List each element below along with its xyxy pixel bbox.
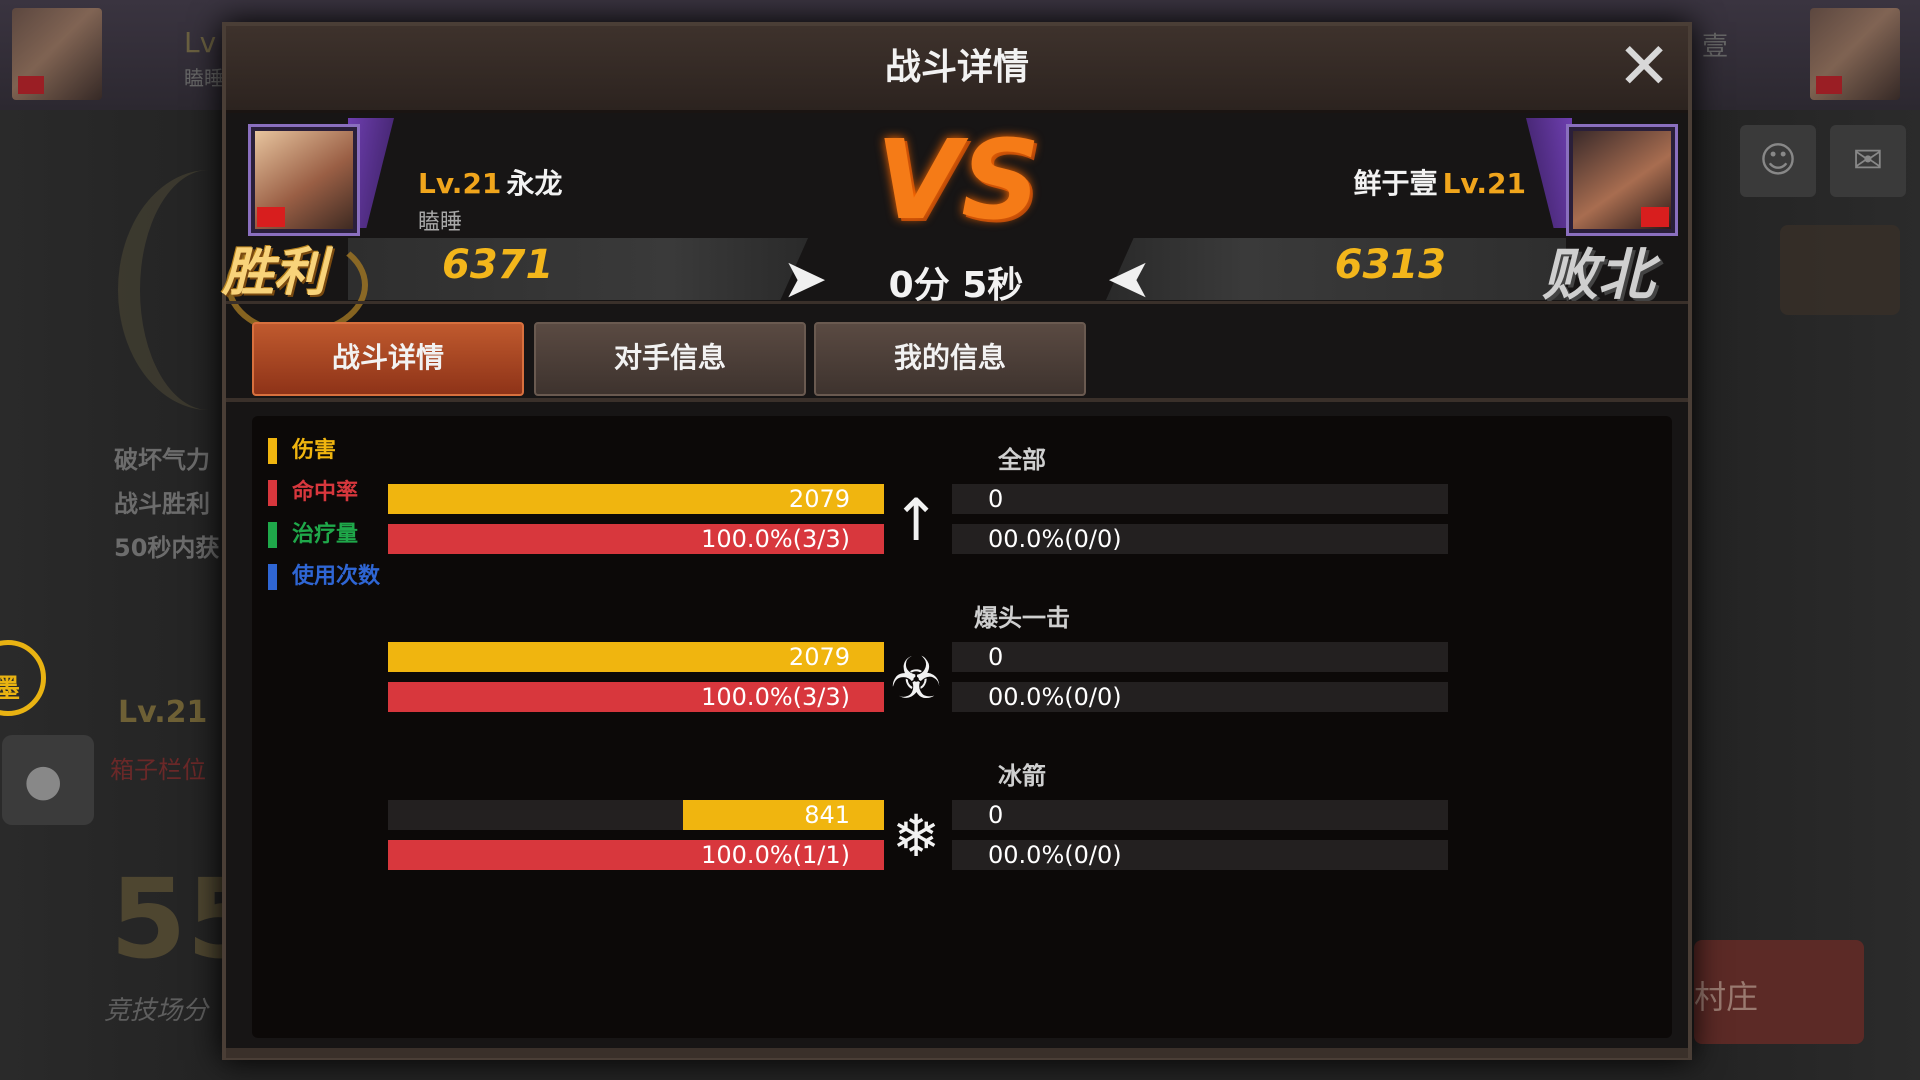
left-damage-bar: 841 [388, 800, 884, 830]
right-hit-bar: 00.0%(0/0) [952, 840, 1448, 870]
left-hit-bar: 100.0%(1/1) [388, 840, 884, 870]
background-task: 战斗胜利 [114, 490, 210, 518]
add-friend-button[interactable]: ☺ [1740, 125, 1816, 197]
left-hit-value: 100.0%(1/1) [701, 841, 850, 869]
right-player-name: 鲜于壹 [1353, 167, 1438, 200]
tab-battle-details[interactable]: 战斗详情 [252, 322, 524, 396]
right-hit-bar: 00.0%(0/0) [952, 682, 1448, 712]
right-player-avatar[interactable] [1566, 124, 1678, 236]
china-flag-icon [1641, 207, 1669, 227]
right-damage-value: 0 [988, 485, 1004, 513]
left-player-power: 6371 [442, 242, 554, 288]
left-hit-value: 100.0%(3/3) [701, 683, 850, 711]
right-hit-bar: 00.0%(0/0) [952, 524, 1448, 554]
right-hit-value: 00.0%(0/0) [988, 683, 1122, 711]
tab-opponent-info[interactable]: 对手信息 [534, 322, 806, 396]
modal-title: 战斗详情 [884, 47, 1029, 88]
background-left-guild: 瞌睡 [184, 66, 224, 90]
damage-bar-fill [683, 800, 884, 830]
helmet-icon: ☣ [890, 644, 942, 712]
right-player-level: Lv.21 [1442, 167, 1526, 200]
flag-icon [1816, 76, 1842, 94]
village-label: 村庄 [1694, 978, 1759, 1016]
background-ring-text: 墨 [0, 674, 21, 704]
background-box-slot: 箱子栏位 [110, 756, 206, 784]
right-player-power: 6313 [1334, 242, 1446, 288]
modal-title-bar: 战斗详情 ✕ [226, 26, 1688, 113]
chest-icon[interactable] [1780, 225, 1900, 315]
left-hit-bar: 100.0%(3/3) [388, 682, 884, 712]
modal-bottom-edge [226, 1048, 1688, 1058]
add-friend-icon: ☺ [1759, 140, 1797, 181]
divider [226, 398, 1688, 402]
right-damage-bar: 0 [952, 800, 1448, 830]
battle-details-modal: 战斗详情 ✕ Lv.21 永龙 瞌睡 VS 鲜于壹 Lv.21 胜利 6371 … [222, 22, 1692, 1060]
tab-my-info[interactable]: 我的信息 [814, 322, 1086, 396]
left-power-strip [348, 238, 808, 300]
left-damage-value: 2079 [788, 643, 850, 671]
skill-name: 冰箭 [998, 762, 1046, 790]
chat-button[interactable]: ● [2, 735, 94, 825]
mail-icon: ✉ [1852, 140, 1884, 181]
chat-bubble-icon: ● [24, 755, 63, 806]
background-task: 50秒内获 [114, 534, 220, 562]
mail-button[interactable]: ✉ [1830, 125, 1906, 197]
skill-name: 爆头一击 [974, 604, 1070, 632]
left-hit-bar: 100.0%(3/3) [388, 524, 884, 554]
skill-row: 爆头一击 2079 100.0%(3/3) ☣ 0 00.0%(0/0) [252, 598, 1672, 750]
right-player-title: 鲜于壹 Lv.21 [1336, 162, 1526, 202]
close-icon: ✕ [1617, 30, 1671, 104]
background-score-label: 竞技场分 [104, 996, 209, 1026]
background-right-name: 壹 [1702, 32, 1729, 62]
left-player-name: 永龙 [506, 167, 563, 200]
right-damage-bar: 0 [952, 642, 1448, 672]
background-level: Lv.21 [118, 695, 208, 730]
battle-header: Lv.21 永龙 瞌睡 VS 鲜于壹 Lv.21 胜利 6371 ➤ 0分 5秒… [222, 116, 1678, 336]
snowflake-icon: ❄ [891, 802, 941, 870]
left-damage-value: 2079 [788, 485, 850, 513]
left-damage-bar: 2079 [388, 642, 884, 672]
victory-badge: 胜利 [222, 243, 327, 303]
left-hit-value: 100.0%(3/3) [701, 525, 850, 553]
skill-row: 冰箭 841 100.0%(1/1) ❄ 0 00.0%(0/0) [252, 756, 1672, 908]
left-player-title: Lv.21 永龙 [418, 162, 563, 202]
right-damage-value: 0 [988, 801, 1004, 829]
left-player-avatar[interactable] [248, 124, 360, 236]
vs-emblem: VS [876, 116, 1041, 244]
right-damage-value: 0 [988, 643, 1004, 671]
left-damage-value: 841 [804, 801, 850, 829]
skill-row: 全部 2079 100.0%(3/3) ↑ 0 00.0%(0/0) [252, 440, 1672, 592]
skill-name: 全部 [998, 446, 1046, 474]
right-hit-value: 00.0%(0/0) [988, 525, 1122, 553]
divider [226, 301, 1688, 304]
background-right-avatar [1810, 8, 1900, 100]
background-left-avatar [12, 8, 102, 100]
defeat-badge: 败北 [1542, 243, 1654, 308]
background-task: 破坏气力 [114, 446, 210, 474]
background-left-level: Lv [184, 26, 217, 59]
battle-stats-panel: 伤害 命中率 治疗量 使用次数 全部 2079 100.0%(3/3) ↑ 0 … [252, 416, 1672, 1038]
arrow-icon: ↑ [891, 486, 941, 554]
left-damage-bar: 2079 [388, 484, 884, 514]
china-flag-icon [257, 207, 285, 227]
close-button[interactable]: ✕ [1611, 34, 1677, 100]
right-hit-value: 00.0%(0/0) [988, 841, 1122, 869]
flag-icon [18, 76, 44, 94]
right-damage-bar: 0 [952, 484, 1448, 514]
left-player-level: Lv.21 [418, 167, 502, 200]
left-player-guild: 瞌睡 [418, 210, 463, 235]
